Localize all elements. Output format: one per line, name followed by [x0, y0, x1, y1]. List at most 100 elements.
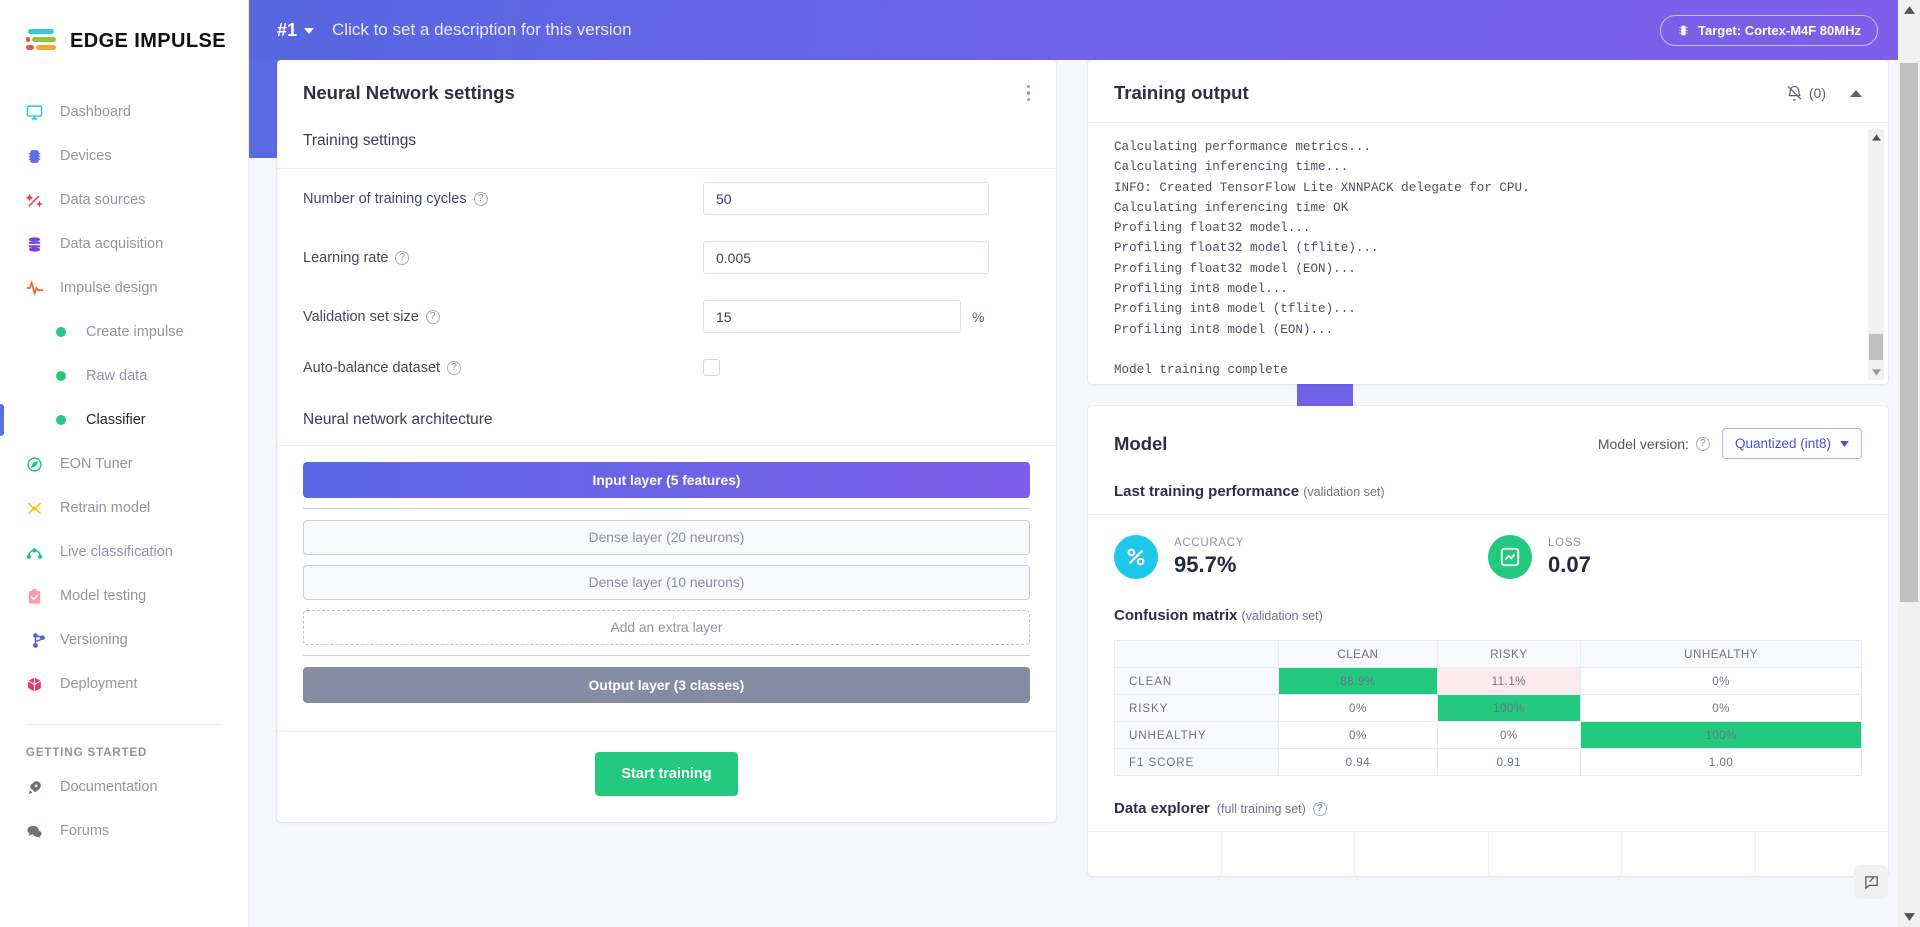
feedback-button[interactable] [1854, 865, 1888, 899]
sidebar-item-retrain-model[interactable]: Retrain model [0, 486, 248, 530]
brand-logo[interactable]: EDGE IMPULSE [0, 0, 248, 54]
sidebar-item-classifier[interactable]: Classifier [0, 398, 248, 442]
model-version-value: Quantized (int8) [1734, 436, 1831, 451]
help-icon[interactable]: ? [1695, 436, 1710, 451]
training-cycles-input[interactable] [703, 182, 989, 215]
sidebar-item-devices[interactable]: Devices [0, 134, 248, 178]
training-output-header: Training output (0) [1088, 60, 1888, 122]
last-training-performance-title: Last training performance (validation se… [1114, 483, 1385, 500]
learning-rate-input[interactable] [703, 241, 989, 274]
chip-icon [1677, 24, 1690, 37]
compass-icon [26, 456, 52, 473]
training-cycles-label: Number of training cycles ? [303, 191, 703, 207]
form-row-validation-size: Validation set size ? % [277, 287, 1056, 346]
scroll-up-icon[interactable] [1868, 129, 1884, 145]
help-icon[interactable]: ? [395, 250, 410, 265]
model-version-select[interactable]: Quantized (int8) [1721, 428, 1862, 459]
sidebar-item-data-acquisition[interactable]: Data acquisition [0, 222, 248, 266]
data-explorer-plot[interactable] [1088, 832, 1888, 876]
table-cell: 0.94 [1278, 748, 1438, 776]
confusion-matrix-table: CLEAN RISKY UNHEALTHY CLEAN 88.9% 11.1% 0% RIS… [1113, 640, 1862, 776]
main-area: #1 Click to set a description for this v… [249, 0, 1920, 927]
add-extra-layer-button[interactable]: Add an extra layer [303, 610, 1030, 645]
scroll-down-icon[interactable] [1898, 907, 1920, 927]
console-lines: Calculating performance metrics... Calcul… [1114, 137, 1862, 384]
sidebar-item-live-classification[interactable]: Live classification [0, 530, 248, 574]
loss-label: LOSS [1548, 536, 1582, 549]
sidebar-item-raw-data[interactable]: Raw data [0, 354, 248, 398]
architecture-body: Input layer (5 features) Dense layer (20… [277, 446, 1056, 731]
rocket-icon [26, 779, 52, 796]
sidebar-item-label: Classifier [86, 412, 146, 428]
model-version-label: Model version: ? [1598, 436, 1710, 452]
input-layer[interactable]: Input layer (5 features) [303, 462, 1030, 498]
form-row-auto-balance: Auto-balance dataset ? [277, 346, 1056, 389]
form-row-training-cycles: Number of training cycles ? [277, 169, 1056, 228]
sidebar-item-label: Live classification [60, 544, 173, 560]
console-line: Calculating performance metrics... [1114, 140, 1371, 154]
help-icon[interactable]: ? [473, 191, 488, 206]
sidebar-item-label: EON Tuner [60, 456, 133, 472]
dot-icon [56, 415, 78, 425]
console-scrollbar[interactable] [1868, 129, 1884, 380]
help-icon[interactable]: ? [447, 360, 462, 375]
metrics-row: ACCURACY 95.7% LOSS 0.07 [1088, 514, 1888, 593]
chevron-down-icon[interactable] [304, 28, 315, 34]
sidebar-item-model-testing[interactable]: Model testing [0, 574, 248, 618]
accuracy-value: 95.7% [1174, 551, 1237, 577]
start-training-button[interactable]: Start training [595, 752, 738, 796]
sidebar-item-eon-tuner[interactable]: EON Tuner [0, 442, 248, 486]
scroll-down-icon[interactable] [1868, 364, 1884, 380]
bell-off-icon [1786, 85, 1803, 102]
dense-layer-2[interactable]: Dense layer (10 neurons) [303, 565, 1030, 600]
table-column-header: CLEAN [1278, 640, 1438, 668]
training-output-title: Training output [1114, 82, 1249, 103]
divider [303, 655, 1030, 656]
console-scroll-thumb[interactable] [1869, 334, 1883, 360]
sidebar-item-label: Impulse design [60, 280, 158, 296]
sidebar-item-label: Forums [60, 823, 110, 839]
sidebar-nav: Dashboard Devices Data sources Data acqu… [0, 90, 248, 706]
console-line: Calculating inferencing time... [1114, 160, 1349, 175]
training-console[interactable]: Calculating performance metrics... Calcul… [1088, 122, 1888, 384]
output-layer[interactable]: Output layer (3 classes) [303, 667, 1030, 703]
sidebar-item-label: Data sources [60, 192, 146, 208]
auto-balance-checkbox[interactable] [703, 359, 720, 376]
sidebar-item-documentation[interactable]: Documentation [0, 765, 248, 809]
sidebar-item-versioning[interactable]: Versioning [0, 618, 248, 662]
target-badge[interactable]: Target: Cortex-M4F 80MHz [1659, 14, 1878, 46]
sidebar-item-dashboard[interactable]: Dashboard [0, 90, 248, 134]
notifications-toggle[interactable]: (0) [1786, 85, 1826, 102]
box-icon [26, 676, 52, 693]
sidebar-item-impulse-design[interactable]: Impulse design [0, 266, 248, 310]
more-options-icon[interactable] [1026, 84, 1030, 102]
scroll-up-icon[interactable] [1898, 0, 1920, 20]
sidebar-item-deployment[interactable]: Deployment [0, 662, 248, 706]
table-cell: 100% [1436, 694, 1582, 722]
dot-icon [56, 371, 78, 381]
getting-started-title: GETTING STARTED [26, 747, 148, 759]
version-number[interactable]: #1 [277, 20, 297, 41]
train-footer: Start training [277, 732, 1056, 822]
dense-layer-1[interactable]: Dense layer (20 neurons) [303, 520, 1030, 555]
page-scroll-thumb[interactable] [1900, 63, 1918, 602]
page-scrollbar[interactable] [1898, 0, 1920, 927]
help-icon[interactable]: ? [425, 309, 440, 324]
validation-size-input[interactable] [703, 300, 961, 333]
version-description[interactable]: Click to set a description for this vers… [332, 20, 632, 40]
table-row-header: F1 SCORE [1113, 748, 1280, 776]
antenna-icon [26, 544, 52, 561]
table-corner-cell [1113, 640, 1280, 668]
console-line: Profiling float32 model (tflite)... [1114, 241, 1379, 256]
left-column: Neural Network settings Training setting… [277, 60, 1056, 927]
sidebar-item-forums[interactable]: Forums [0, 809, 248, 853]
content-area: Neural Network settings Training setting… [249, 0, 1898, 927]
help-icon[interactable]: ? [1312, 801, 1327, 816]
chevron-up-icon[interactable] [1850, 89, 1862, 97]
sidebar-item-create-impulse[interactable]: Create impulse [0, 310, 248, 354]
table-row-header: UNHEALTHY [1113, 721, 1280, 749]
divider [303, 508, 1030, 509]
table-cell: 1.00 [1580, 748, 1862, 776]
sidebar-item-data-sources[interactable]: Data sources [0, 178, 248, 222]
table-row: F1 SCORE 0.94 0.91 1.00 [1113, 748, 1862, 776]
